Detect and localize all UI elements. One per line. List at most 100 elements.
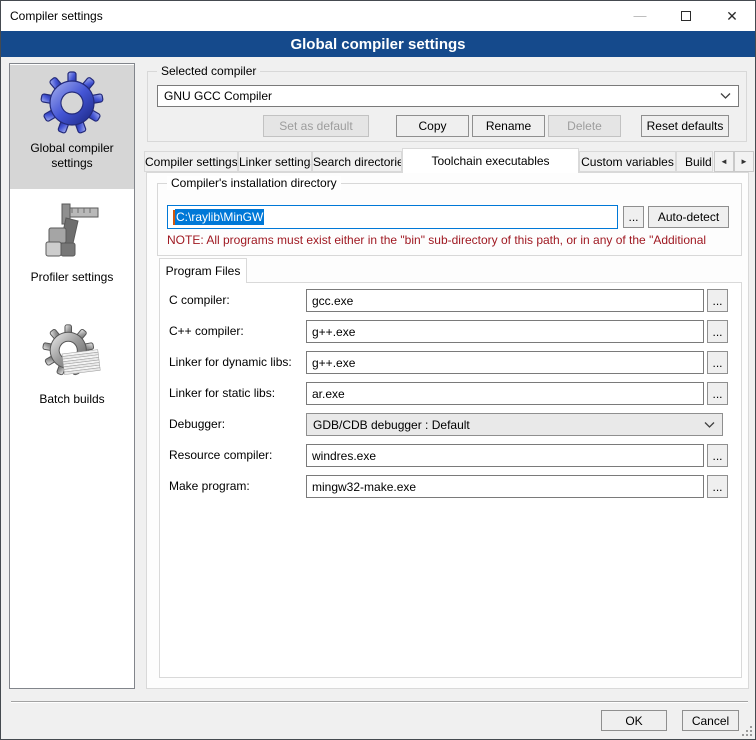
button-label: Copy [418, 119, 446, 133]
sidebar-item-profiler-settings[interactable]: Profiler settings [10, 194, 134, 304]
rename-button[interactable]: Rename [472, 115, 545, 137]
c-compiler-browse-button[interactable]: ... [707, 289, 728, 312]
ellipsis-icon: ... [712, 449, 722, 463]
tab-label: Compiler settings [145, 155, 237, 169]
c-compiler-label: C compiler: [169, 293, 230, 307]
compiler-select[interactable]: GNU GCC Compiler [157, 85, 739, 107]
c-compiler-value: g++.exe [312, 325, 355, 339]
bin-subdirectory-note: NOTE: All programs must exist either in … [167, 233, 734, 248]
ellipsis-icon: ... [628, 210, 638, 224]
linker-for-dynamic-libs-browse-button[interactable]: ... [707, 351, 728, 374]
tab-label: Linker settings [239, 155, 311, 169]
cancel-label: Cancel [692, 714, 729, 728]
tab-compiler-settings[interactable]: Compiler settings [144, 151, 238, 172]
debugger-select[interactable]: GDB/CDB debugger : Default [306, 413, 723, 436]
tab-label: Build options [685, 155, 712, 169]
linker-for-dynamic-libs-value: g++.exe [312, 356, 355, 370]
ellipsis-icon: ... [712, 480, 722, 494]
minimize-icon: — [634, 1, 647, 31]
c-compiler-value: gcc.exe [312, 294, 353, 308]
window-title: Compiler settings [1, 9, 103, 23]
c-compiler-label: C++ compiler: [169, 324, 244, 338]
linker-for-dynamic-libs-label: Linker for dynamic libs: [169, 355, 292, 369]
banner-title: Global compiler settings [290, 36, 465, 53]
minimize-button[interactable]: — [617, 1, 663, 31]
debugger-label: Debugger: [169, 417, 225, 431]
resource-compiler-input[interactable]: windres.exe [306, 444, 704, 467]
installation-directory-input[interactable]: C:\raylib\MinGW [167, 205, 618, 229]
tab-scroll-left-button[interactable]: ◄ [714, 151, 734, 172]
caption-buttons: — ✕ [617, 1, 755, 31]
ellipsis-icon: ... [712, 387, 722, 401]
resource-compiler-browse-button[interactable]: ... [707, 444, 728, 467]
caliper-icon [40, 200, 104, 264]
ok-button[interactable]: OK [601, 710, 667, 731]
make-program-label: Make program: [169, 479, 250, 493]
auto-detect-label: Auto-detect [658, 210, 719, 224]
linker-for-dynamic-libs-input[interactable]: g++.exe [306, 351, 704, 374]
dialog-banner: Global compiler settings [1, 31, 755, 57]
footer-divider [11, 701, 748, 703]
compiler-select-value: GNU GCC Compiler [164, 89, 272, 103]
resource-compiler-label: Resource compiler: [169, 448, 272, 462]
maximize-icon [681, 11, 691, 21]
set-as-default-button: Set as default [263, 115, 369, 137]
sidebar-item-label: Batch builds [10, 392, 134, 407]
c-compiler-input[interactable]: gcc.exe [306, 289, 704, 312]
resize-grip[interactable] [740, 724, 752, 736]
sidebar-item-label: Global compiler settings [10, 141, 134, 171]
sidebar-item-label: Profiler settings [10, 270, 134, 285]
selected-compiler-group-label: Selected compiler [157, 64, 260, 78]
sidebar-item-batch-builds[interactable]: Batch builds [10, 316, 134, 426]
scroll-left-icon: ◄ [720, 157, 728, 166]
tab-label: Custom variables [581, 155, 674, 169]
tab-search-directories[interactable]: Search directories [312, 151, 402, 172]
subtab-program-files[interactable]: Program Files [159, 258, 247, 283]
make-program-value: mingw32-make.exe [312, 480, 416, 494]
ellipsis-icon: ... [712, 294, 722, 308]
settings-category-list: Global compiler settings Profiler settin… [9, 63, 135, 689]
subtab-label: Program Files [166, 264, 241, 278]
compiler-settings-dialog: Compiler settings — ✕ Global compiler se… [0, 0, 756, 740]
ellipsis-icon: ... [712, 356, 722, 370]
ellipsis-icon: ... [712, 325, 722, 339]
make-program-input[interactable]: mingw32-make.exe [306, 475, 704, 498]
tab-custom-variables[interactable]: Custom variables [579, 151, 676, 172]
c-compiler-input[interactable]: g++.exe [306, 320, 704, 343]
auto-detect-button[interactable]: Auto-detect [648, 206, 729, 228]
linker-for-static-libs-value: ar.exe [312, 387, 345, 401]
installation-directory-group-label: Compiler's installation directory [167, 176, 341, 190]
close-icon: ✕ [726, 8, 738, 25]
tab-label: Toolchain executables [431, 154, 549, 168]
button-label: Reset defaults [647, 119, 724, 133]
linker-for-static-libs-label: Linker for static libs: [169, 386, 275, 400]
tab-build-options[interactable]: Build options [676, 151, 713, 172]
installation-directory-value: C:\raylib\MinGW [175, 209, 264, 225]
ok-label: OK [625, 714, 642, 728]
maximize-button[interactable] [663, 1, 709, 31]
tab-scroll-right-button[interactable]: ► [734, 151, 754, 172]
sidebar-item-global-compiler-settings[interactable]: Global compiler settings [10, 65, 134, 189]
reset-defaults-button[interactable]: Reset defaults [641, 115, 729, 137]
close-button[interactable]: ✕ [709, 1, 755, 31]
button-label: Rename [486, 119, 531, 133]
cancel-button[interactable]: Cancel [682, 710, 739, 731]
c-compiler-browse-button[interactable]: ... [707, 320, 728, 343]
resource-compiler-value: windres.exe [312, 449, 376, 463]
chevron-down-icon [704, 421, 715, 428]
debugger-value: GDB/CDB debugger : Default [313, 418, 470, 432]
linker-for-static-libs-input[interactable]: ar.exe [306, 382, 704, 405]
tab-toolchain-executables[interactable]: Toolchain executables [402, 148, 579, 173]
tab-linker-settings[interactable]: Linker settings [238, 151, 312, 172]
button-label: Set as default [279, 119, 352, 133]
linker-for-static-libs-browse-button[interactable]: ... [707, 382, 728, 405]
copy-button[interactable]: Copy [396, 115, 469, 137]
make-program-browse-button[interactable]: ... [707, 475, 728, 498]
button-label: Delete [567, 119, 602, 133]
delete-button: Delete [548, 115, 621, 137]
scroll-right-icon: ► [740, 157, 748, 166]
blue-gear-icon [40, 71, 104, 135]
browse-directory-button[interactable]: ... [623, 206, 644, 228]
tab-label: Search directories [313, 155, 401, 169]
gray-gear-stack-icon [40, 322, 104, 386]
